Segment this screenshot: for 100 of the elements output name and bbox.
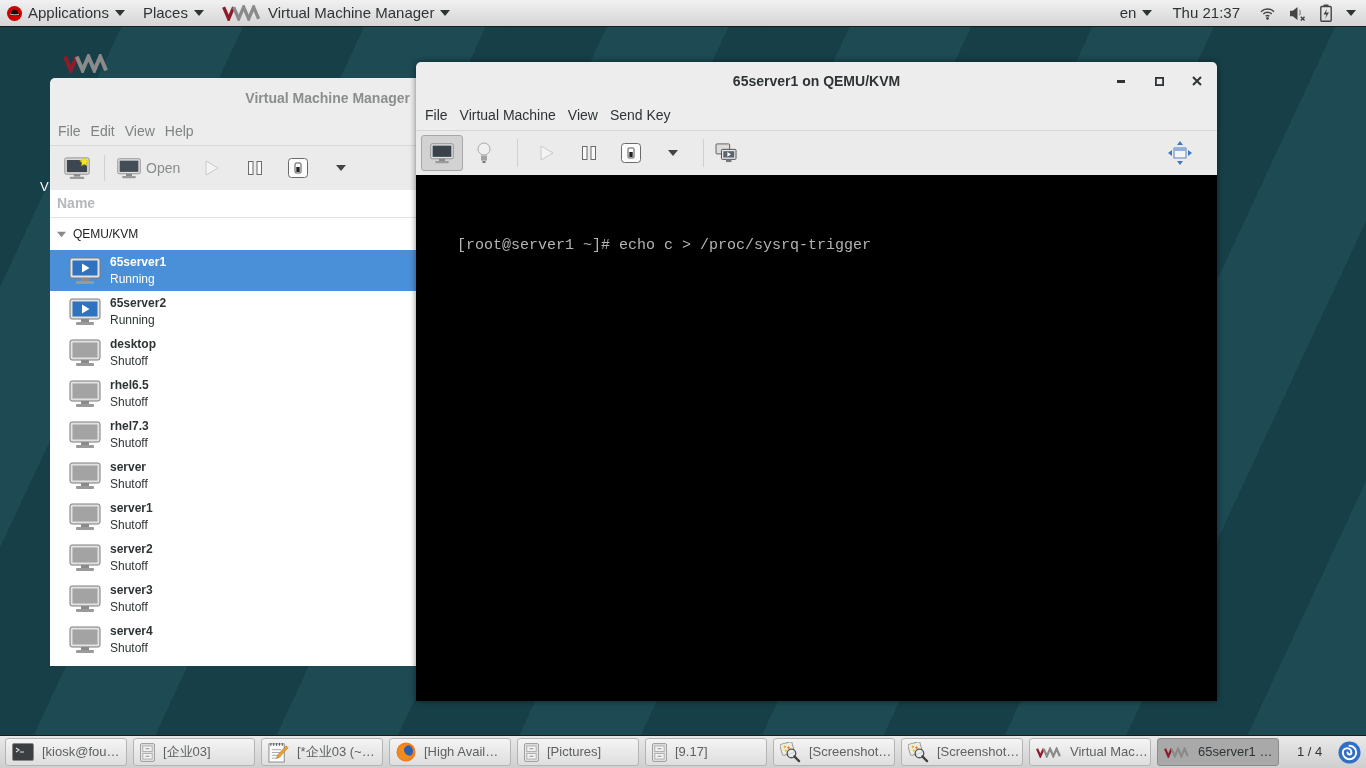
monitor-icon bbox=[69, 379, 101, 408]
monitor-star-icon bbox=[64, 156, 90, 180]
magnifier-icon bbox=[908, 741, 929, 763]
vm-row[interactable]: desktop Shutoff bbox=[50, 332, 417, 373]
vm-row[interactable]: rhel7.3 Shutoff bbox=[50, 414, 417, 455]
menu-item[interactable]: Virtual Machine bbox=[453, 104, 562, 126]
caret-icon bbox=[1142, 10, 1153, 16]
language-menu-button[interactable]: en bbox=[1119, 0, 1153, 26]
swirl-disc-icon bbox=[1338, 740, 1362, 764]
monitor-icon bbox=[117, 157, 141, 179]
power-switch-icon bbox=[621, 143, 641, 163]
window-title: 65server1 on QEMU/KVM bbox=[732, 71, 901, 91]
close-icon bbox=[1192, 76, 1202, 86]
notepad-pencil-icon bbox=[268, 741, 289, 763]
vm-status: Shutoff bbox=[110, 639, 149, 657]
vm-row[interactable]: 65server2 Running bbox=[50, 291, 417, 332]
taskbar-window-button[interactable]: [Pictures] bbox=[517, 738, 639, 766]
screens-icon bbox=[715, 143, 737, 163]
caret-icon bbox=[114, 10, 125, 16]
power-switch-icon bbox=[288, 158, 309, 178]
magnifier-icon bbox=[780, 741, 801, 763]
file-cabinet-icon bbox=[140, 742, 155, 762]
battery-icon bbox=[1320, 4, 1332, 22]
monitor-icon bbox=[430, 142, 454, 164]
caret-icon bbox=[440, 10, 451, 16]
monitor-icon bbox=[69, 625, 101, 654]
vm-name: server bbox=[110, 458, 148, 476]
vm-row[interactable]: server1 Shutoff bbox=[50, 496, 417, 537]
vm-status: Shutoff bbox=[110, 557, 149, 575]
top-menu-button[interactable]: Places bbox=[140, 0, 206, 26]
menu-item[interactable]: View bbox=[561, 104, 604, 126]
taskbar-window-button[interactable]: Virtual Mac… bbox=[1029, 738, 1151, 766]
taskbar-window-button[interactable]: 65server1 … bbox=[1157, 738, 1279, 766]
taskbar-window-button[interactable]: [High Avail… bbox=[389, 738, 511, 766]
vm-status: Running bbox=[110, 270, 156, 288]
lightbulb-icon bbox=[477, 142, 491, 164]
monitor-icon bbox=[69, 584, 101, 613]
vm-name: server1 bbox=[110, 499, 153, 517]
desktop-icon-label: V bbox=[40, 179, 49, 195]
maximize-icon bbox=[1154, 76, 1164, 86]
top-menu-button[interactable]: Virtual Machine Manager bbox=[219, 0, 453, 26]
vm-status: Shutoff bbox=[110, 475, 148, 493]
vm-row[interactable]: rhel6.5 Shutoff bbox=[50, 373, 417, 414]
taskbar-window-button[interactable]: [Screenshot… bbox=[901, 738, 1023, 766]
file-cabinet-icon bbox=[652, 742, 667, 762]
browser-globe-icon bbox=[396, 742, 416, 762]
taskbar-window-button[interactable]: [kiosk@fou… bbox=[5, 738, 127, 766]
clock-button[interactable]: Thu 21:37 bbox=[1166, 0, 1246, 26]
monitor-icon bbox=[69, 338, 101, 367]
group-label: QEMU/KVM bbox=[73, 226, 139, 243]
caret-icon bbox=[1346, 10, 1356, 16]
vm-name: 65server1 bbox=[110, 253, 167, 271]
menu-item[interactable]: Send Key bbox=[603, 104, 677, 126]
monitor-icon bbox=[69, 461, 101, 490]
volume-muted-icon bbox=[1289, 5, 1306, 21]
vm-row[interactable]: server Shutoff bbox=[50, 455, 417, 496]
monitor-icon bbox=[69, 502, 101, 531]
zigzag-logo-icon bbox=[63, 54, 110, 73]
vm-row[interactable]: server4 Shutoff bbox=[50, 619, 417, 660]
taskbar-window-button[interactable]: [9.17] bbox=[645, 738, 767, 766]
caret-icon bbox=[336, 165, 347, 171]
console-line: [root@server1 ~]# echo c > /proc/sysrq-trigger bbox=[457, 237, 872, 255]
top-menu-button[interactable]: Applications bbox=[5, 0, 127, 26]
vm-status: Shutoff bbox=[110, 434, 149, 452]
caret-icon bbox=[193, 10, 204, 16]
resize-arrows-icon bbox=[1168, 141, 1192, 165]
vm-status: Shutoff bbox=[110, 393, 149, 411]
taskbar-window-button[interactable]: [*企业03 (~… bbox=[261, 738, 383, 766]
taskbar-window-button[interactable]: [Screenshot… bbox=[773, 738, 895, 766]
zigzag-logo-icon bbox=[1164, 746, 1190, 758]
taskbar-window-button[interactable]: [企业03] bbox=[133, 738, 255, 766]
vm-row[interactable]: server2 Shutoff bbox=[50, 537, 417, 578]
monitor-icon bbox=[69, 543, 101, 572]
vm-status: Shutoff bbox=[110, 598, 149, 616]
caret-icon bbox=[668, 150, 678, 156]
menu-item[interactable]: File bbox=[53, 121, 86, 142]
play-icon bbox=[205, 160, 220, 176]
vm-name: server3 bbox=[110, 581, 153, 599]
vm-status: Shutoff bbox=[110, 516, 149, 534]
file-cabinet-icon bbox=[524, 742, 539, 762]
pause-icon bbox=[582, 146, 596, 160]
window-title: Virtual Machine Manager bbox=[245, 88, 410, 108]
vm-name: rhel7.3 bbox=[110, 417, 149, 435]
vm-name: rhel6.5 bbox=[110, 376, 149, 394]
hat-logo-icon bbox=[7, 5, 22, 21]
pause-icon bbox=[248, 161, 263, 175]
zigzag-logo-icon bbox=[1036, 746, 1062, 758]
minimize-icon bbox=[1117, 79, 1125, 83]
vm-name: 65server2 bbox=[110, 294, 167, 312]
monitor-play-icon bbox=[69, 297, 101, 326]
vm-status: Running bbox=[110, 311, 156, 329]
monitor-icon bbox=[69, 420, 101, 449]
play-icon bbox=[540, 145, 554, 161]
vm-status: Shutoff bbox=[110, 352, 149, 370]
console-view-button[interactable] bbox=[421, 135, 463, 171]
vm-name: server4 bbox=[110, 622, 153, 640]
workspace-pager[interactable]: 1 / 4 bbox=[1297, 742, 1323, 762]
vm-row[interactable]: server3 Shutoff bbox=[50, 578, 417, 619]
menu-item[interactable]: File bbox=[419, 104, 454, 126]
wifi-icon bbox=[1260, 6, 1275, 20]
